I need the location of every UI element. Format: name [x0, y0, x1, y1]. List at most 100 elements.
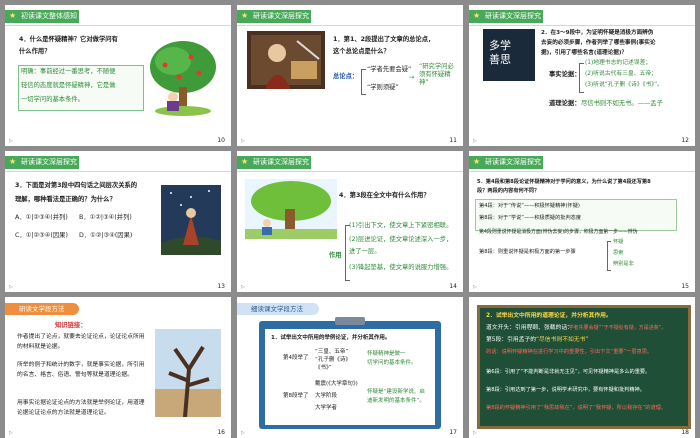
step-item: 辨别是非 [613, 261, 634, 267]
thesis-option: “学则须疑” [367, 84, 399, 91]
evidence-quote: 尽信书则不如无书。——孟子 [581, 100, 663, 107]
question-line: 4．第3段在全文中有什么作用？ [339, 192, 430, 199]
play-icon[interactable]: ▷ [9, 138, 13, 144]
argument-line: 第8段：引用达到了第一步，说明学术研究中，要有怀疑和批判精神。 [486, 387, 645, 393]
calligraphy-image: 多学善思 [483, 29, 535, 81]
play-icon[interactable]: ▷ [473, 138, 477, 144]
thesis-label: 总论点： [333, 73, 359, 80]
slide-number: 18 [681, 429, 689, 436]
slide-number: 12 [681, 137, 689, 144]
tree-reading-illustration [245, 179, 337, 239]
question-line: 去妄的必须步骤，作者列举了哪些事例(事实论 [541, 40, 656, 46]
evidence-item: (1)地理书志的记述误差； [585, 60, 652, 66]
star-icon: ★ [9, 157, 17, 166]
slide-thumbnail-18[interactable]: 2．试举出文中所用的道理论证，并分析其作用。 道文开头：引用程颐、张载的话： “… [469, 297, 695, 438]
function-item: (3)锋起垫基，使文章的说服力增强。 [349, 264, 453, 271]
question-line: 2．在3～9段中，为证明怀疑是消极方面辨伪 [541, 30, 654, 36]
example-item: 《书》” [315, 365, 332, 371]
slide-header-bar: ★ 研读课文深层探究 [469, 10, 543, 23]
option-a[interactable]: A．①|②③④(并列) [15, 213, 68, 223]
option-d[interactable]: D．①②|③④(因果) [79, 231, 132, 241]
question-line: 这个总论点是什么？ [333, 48, 390, 55]
play-icon[interactable]: ▷ [473, 430, 477, 436]
slide-header-bar: ★ 研读课文深层探究 [469, 156, 543, 169]
slide-number: 16 [217, 429, 225, 436]
bracket [579, 63, 584, 93]
slide-number: 11 [449, 137, 457, 144]
slide-header-text: 研读文学段方法 [19, 305, 65, 313]
play-icon[interactable]: ▷ [9, 430, 13, 436]
knowledge-paragraph: 所举的例子和统计的数字，就是事实论据，所引用的名言、格言、俗语、警句等就是道理论… [17, 362, 145, 378]
slide-thumbnail-11[interactable]: ★ 研读课文深层探究 1．第1、2段提出了文章的总论点， 这个总论点是什么？ 总… [237, 5, 463, 146]
answer-line: 明确：事前经过一番思考，不随便 [21, 68, 116, 75]
play-icon[interactable]: ▷ [241, 138, 245, 144]
bracket [361, 69, 366, 95]
thesis-option: “学者先要会疑” [367, 66, 412, 73]
question-line: 据)，引用了哪些名言(道理论据)？ [541, 50, 627, 56]
play-icon[interactable]: ▷ [241, 430, 245, 436]
play-icon[interactable]: ▷ [9, 284, 13, 290]
evidence-item: (3)听说“孔子删《诗》《书》”。 [585, 82, 663, 88]
slide-thumbnail-12[interactable]: ★ 研读课文深层探究 多学善思 2．在3～9段中，为证明怀疑是消极方面辨伪 去妄… [469, 5, 695, 146]
question-line: 什么作用？ [19, 48, 51, 55]
star-icon: ★ [241, 157, 249, 166]
argument-line: 第8段的怀疑精神引用了“我思故我在”，说明了“我怀疑，所以我存在”的道理。 [486, 405, 667, 411]
header-divider [237, 171, 463, 172]
function-item: (2)层进论证，使文章论述深入一步， [349, 236, 453, 243]
slide-number: 17 [449, 429, 457, 436]
slide-number: 15 [681, 283, 689, 290]
slide-thumbnail-10[interactable]: ★ 初读课文整体感知 4．什么是怀疑精神？它对做学问有 什么作用？ 明确：事前经… [5, 5, 231, 146]
slide-thumbnail-13[interactable]: ★ 研读课文深层探究 3．下面是对第3段中四句话之间层次关系的 理解，哪种看法是… [5, 151, 231, 292]
option-c[interactable]: C．①|②③④(因果) [15, 231, 68, 241]
example-item: 戴震(《大学章句》) [315, 381, 358, 387]
example-conclusion: 迪新发明的基本条件”。 [367, 398, 425, 404]
example-label: 第4段举了 [283, 355, 309, 361]
slide-thumbnail-15[interactable]: ★ 研读课文深层探究 5．第4段和第8段论证怀疑精神对于学问的意义，为什么说了第… [469, 151, 695, 292]
bracket [607, 241, 611, 271]
question-line: 2．试举出文中所用的道理论证，并分析其作用。 [486, 313, 612, 319]
header-divider [5, 25, 231, 26]
slide-header-bar: ★ 研读课文深层探究 [237, 10, 311, 23]
question-line: 段？两段的内容有何不同？ [477, 188, 540, 194]
star-icon: ★ [9, 11, 17, 20]
step-item: 思索 [613, 250, 624, 256]
comparison-row: 第4段：对于“传说”——积极怀疑精神(怀疑) [479, 203, 580, 209]
clipboard-clip [335, 317, 365, 325]
slide-thumbnail-14[interactable]: ★ 研读课文深层探究 4．第3段在全文中有什么作用？ 作用 (1)引出下文，使文… [237, 151, 463, 292]
star-icon: ★ [473, 11, 481, 20]
argument-line: 道文开头：引用程颐、张载的话： [486, 325, 573, 331]
comparison-row: 第8段：对于“学说”——积极质疑的批判态度 [479, 215, 582, 221]
slide-header-bar: ★ 研读课文深层探究 [5, 156, 79, 169]
evidence-item: (2)听说古代有三皇、五帝； [585, 71, 657, 77]
evidence-label: 道理论据： [549, 100, 581, 107]
argument-line: 第5段：引用孟子的 [486, 337, 537, 343]
function-item: (1)引出下文，使文章上下紧密相联。 [349, 222, 453, 229]
question-line: 4．什么是怀疑精神？它对做学问有 [19, 36, 118, 43]
example-item: 大学学者 [315, 405, 338, 411]
slide-thumbnail-17[interactable]: 细读课文学段方法 1．试举出文中所用的举例论证，并分析其作用。 第4段举了 “三… [237, 297, 463, 438]
newton-apple-tree-illustration [145, 35, 221, 117]
example-item: 大学阶段 [315, 393, 338, 399]
header-divider [237, 25, 463, 26]
function-label: 作用 [329, 252, 342, 259]
slide-header-bar: ★ 初读课文整体感知 [5, 10, 79, 23]
chalkboard: 2．试举出文中所用的道理论证，并分析其作用。 道文开头：引用程颐、张载的话： “… [477, 305, 691, 429]
header-divider [5, 171, 231, 172]
play-icon[interactable]: ▷ [473, 284, 477, 290]
night-sky-thinker-image [161, 185, 221, 255]
slide-number: 14 [449, 283, 457, 290]
knowledge-paragraph: 作者提出了论点，就要去论证论点，论证论点所用的材料就是论据。 [17, 334, 145, 350]
argument-highlight: “学者先要会疑”“于不疑处有疑，方是进矣”。 [566, 325, 667, 331]
slide-thumbnail-16[interactable]: 研读文学段方法 知识链接： 作者提出了论点，就要去论证论点，论证论点所用的材料就… [5, 297, 231, 438]
comparison-row: 第4段则重说怀疑是消极方面(辨伪去妄)的步骤，积极方面第一步——辨伪 [479, 229, 638, 235]
thesis-arrow: → [409, 74, 415, 81]
question-line: 3．下面是对第3段中四句话之间层次关系的 [15, 182, 138, 189]
argument-line: 第6段：引用了“不能判断是非就无主见”，可见怀疑精神是多么的重要。 [486, 369, 651, 375]
answer-line: 轻信的态度就是怀疑精神，它是做 [21, 82, 116, 89]
play-icon[interactable]: ▷ [241, 284, 245, 290]
knowledge-paragraph: 用事实论据论证论点的方法就是举例论证，用道理论据论证论点的方法就是道理论证。 [17, 400, 145, 416]
option-b[interactable]: B．①②|③④(并列) [79, 213, 132, 223]
header-divider [469, 25, 695, 26]
scholar-portrait-image [247, 31, 325, 89]
knowledge-title: 知识链接： [55, 322, 87, 329]
